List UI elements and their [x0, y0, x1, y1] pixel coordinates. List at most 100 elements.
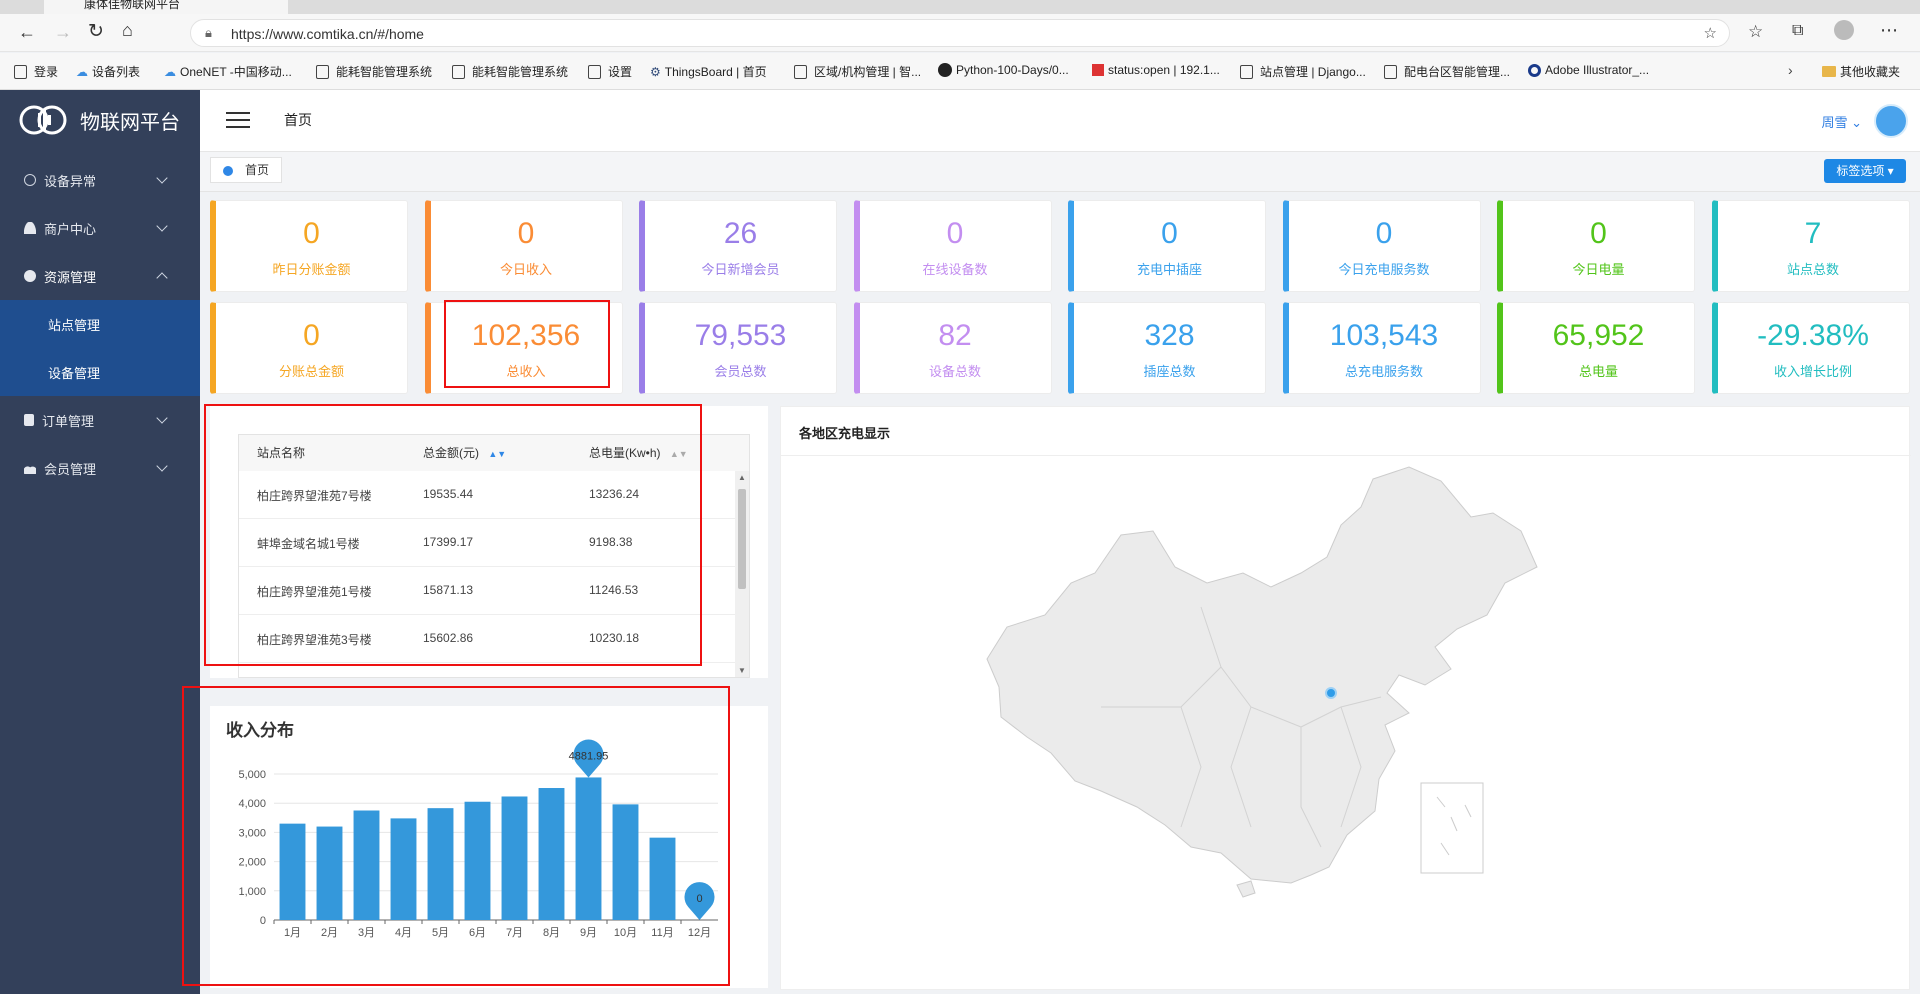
bookmark-item[interactable]: Python-100-Days/0... — [938, 63, 1069, 77]
cloud-icon: ☁ — [76, 64, 88, 79]
scrollbar-thumb[interactable] — [738, 489, 746, 589]
y-tick-label: 5,000 — [238, 769, 266, 781]
stat-label: 插座总数 — [1143, 364, 1196, 379]
bookmark-folder[interactable]: 其他收藏夹 — [1822, 63, 1900, 80]
sort-icon[interactable]: ▲▼ — [488, 449, 506, 459]
stat-label: 充电中插座 — [1136, 262, 1202, 277]
folder-icon — [1822, 66, 1836, 77]
bar — [279, 823, 306, 920]
profile-icon[interactable] — [1834, 20, 1854, 40]
table-row[interactable]: 柏庄跨界望淮苑3号楼 15602.86 10230.18 — [239, 615, 735, 663]
tag-home[interactable]: 首页 — [210, 157, 282, 183]
bookmark-item[interactable]: 能耗智能管理系统 — [316, 63, 432, 80]
bookmark-item[interactable]: 配电台区智能管理... — [1384, 63, 1510, 80]
stat-value: 102,356 — [471, 319, 581, 352]
south-china-sea-islands — [1436, 796, 1472, 856]
sidebar-item-device-management[interactable]: 设备管理 — [0, 348, 200, 396]
stat-card: 79,553 会员总数 — [639, 302, 837, 394]
stat-value: 0 — [1590, 217, 1607, 250]
cell-energy: 13236.24 — [589, 487, 640, 501]
x-tick-label: 2月 — [321, 927, 338, 939]
scrollbar[interactable]: ▲ ▼ — [735, 471, 749, 677]
sidebar-item-device-alerts[interactable]: 设备异常 — [0, 156, 200, 204]
x-tick-label: 6月 — [469, 927, 486, 939]
sidebar-item-station-management[interactable]: 站点管理 — [0, 300, 200, 348]
bookmark-item[interactable]: 设置 — [588, 63, 632, 80]
bookmark-item[interactable]: 区域/机构管理 | 智... — [794, 63, 921, 80]
scroll-up-icon[interactable]: ▲ — [738, 473, 746, 482]
sidebar-item-order-management[interactable]: 订单管理 — [0, 396, 200, 444]
bar — [538, 788, 565, 920]
bookmark-item[interactable]: Adobe Illustrator_... — [1528, 63, 1649, 77]
hamburger-menu-icon[interactable] — [226, 112, 250, 128]
avatar[interactable] — [1874, 104, 1908, 138]
tag-options-button[interactable]: 标签选项 ▾ — [1824, 159, 1906, 183]
bookmark-item[interactable]: ☁ OneNET -中国移动... — [164, 63, 292, 80]
stat-label: 今日新增会员 — [701, 262, 780, 277]
chevron-right-icon[interactable]: › — [1788, 62, 1793, 78]
y-tick-label: 2,000 — [238, 857, 266, 869]
south-china-sea-inset — [1420, 782, 1484, 874]
bookmark-item[interactable]: 登录 — [14, 63, 58, 80]
map-panel: 各地区充电显示 — [780, 406, 1911, 990]
page-icon — [794, 64, 807, 79]
bookmark-item[interactable]: 站点管理 | Django... — [1240, 63, 1366, 80]
collections-icon[interactable]: ⧉ — [1792, 22, 1803, 40]
scroll-down-icon[interactable]: ▼ — [738, 666, 746, 675]
refresh-icon[interactable]: ↻ — [88, 20, 104, 43]
bookmarks-bar: 登录 ☁ 设备列表 ☁ OneNET -中国移动... 能耗智能管理系统 能耗智能管… — [0, 53, 1920, 90]
stat-label: 总收入 — [506, 364, 546, 379]
browser-tab[interactable]: 康体佳物联网平台 — [44, 0, 288, 14]
bar — [575, 777, 602, 920]
cell-station: 柏庄跨界望淮苑1号楼 — [257, 585, 372, 599]
stat-card: 0 在线设备数 — [853, 200, 1052, 292]
back-icon[interactable]: ← — [18, 22, 36, 43]
stat-label: 今日收入 — [499, 262, 552, 277]
header-label: 总金额(元) — [423, 446, 479, 460]
sort-icon[interactable]: ▲▼ — [670, 449, 688, 459]
sidebar-item-merchant-center[interactable]: 商户中心 — [0, 204, 200, 252]
url-input[interactable]: 🔒︎ https://www.comtika.cn/#/home ☆ — [190, 19, 1730, 47]
table-row[interactable]: 柏庄跨界望淮苑7号楼 19535.44 13236.24 — [239, 471, 735, 519]
page-icon — [14, 64, 27, 79]
cell-amount: 15602.86 — [423, 631, 474, 645]
stat-value: 103,543 — [1329, 319, 1439, 352]
table-row[interactable]: 蚌埠金域名城1号楼 17399.17 9198.38 — [239, 519, 735, 567]
table-row[interactable]: 柏庄跨界望淮苑1号楼 15871.13 11246.53 — [239, 567, 735, 615]
stat-card: 103,543 总充电服务数 — [1282, 302, 1481, 394]
stat-card: 0 今日收入 — [424, 200, 623, 292]
stat-value: 0 — [1375, 217, 1393, 250]
stat-value: 0 — [517, 217, 535, 250]
sidebar-item-member-management[interactable]: 会员管理 — [0, 444, 200, 492]
bookmark-item[interactable]: ⚙ ThingsBoard | 首页 — [650, 63, 767, 80]
github-icon — [938, 63, 952, 77]
active-dot-icon — [223, 166, 233, 176]
bookmark-item[interactable]: ☁ 设备列表 — [76, 63, 140, 80]
stat-label: 今日电量 — [1572, 262, 1625, 277]
y-tick-label: 3,000 — [238, 827, 266, 839]
page-icon — [588, 64, 601, 79]
logo-text: 物联网平台 — [80, 111, 180, 134]
stat-card: 0 昨日分账金额 — [210, 200, 408, 292]
forward-icon[interactable]: → — [54, 22, 72, 43]
x-tick-label: 8月 — [543, 927, 560, 939]
bookmark-item[interactable]: 能耗智能管理系统 — [452, 63, 568, 80]
sidebar-item-resource-management[interactable]: 资源管理 — [0, 252, 200, 300]
page-icon — [1240, 64, 1253, 79]
user-menu[interactable]: 周雪 ⌄ — [1821, 112, 1862, 131]
logo: 物联网平台 — [18, 100, 200, 140]
home-icon[interactable]: ⌂ — [122, 20, 133, 41]
sidebar-item-label: 站点管理 — [48, 317, 101, 333]
favorite-icon[interactable]: ☆ — [1704, 24, 1717, 42]
lock-icon: 🔒︎ — [205, 25, 212, 40]
stat-card: 0 分账总金额 — [210, 302, 408, 394]
column-header-energy[interactable]: 总电量(Kw•h) ▲▼ — [571, 435, 749, 471]
x-tick-label: 4月 — [395, 927, 412, 939]
more-icon[interactable]: ⋯ — [1880, 20, 1898, 41]
x-tick-label: 10月 — [614, 927, 637, 939]
stat-card: 0 今日充电服务数 — [1282, 200, 1481, 292]
bookmark-item[interactable]: status:open | 192.1... — [1092, 63, 1220, 77]
favorites-icon[interactable]: ☆ — [1748, 22, 1763, 42]
stat-card: 82 设备总数 — [853, 302, 1052, 394]
column-header-amount[interactable]: 总金额(元) ▲▼ — [405, 435, 571, 471]
